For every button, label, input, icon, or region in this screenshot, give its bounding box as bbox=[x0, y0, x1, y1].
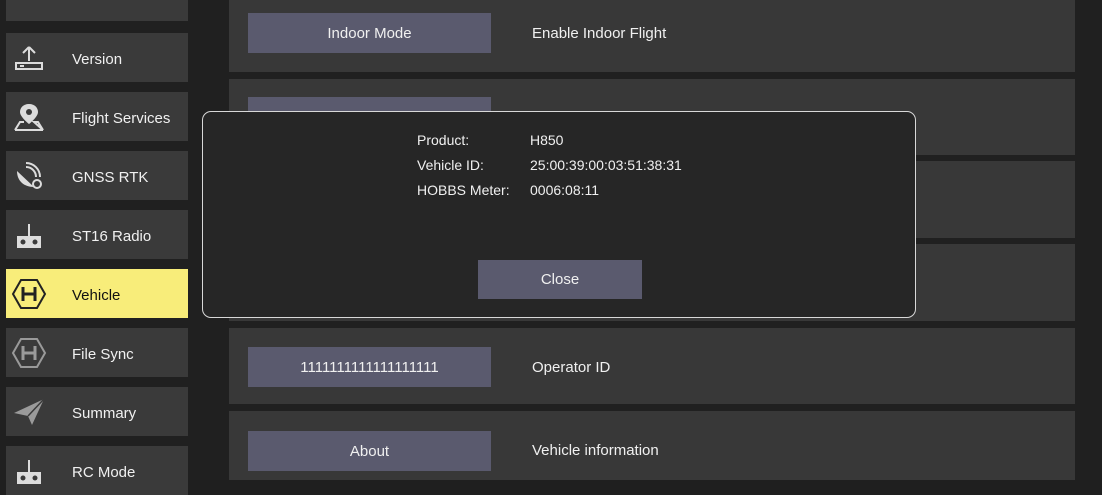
hobbs-meter-value: 0006:08:11 bbox=[530, 182, 600, 198]
radio-controller-icon bbox=[6, 210, 52, 259]
h-hexagon-icon bbox=[6, 269, 52, 318]
sidebar-item-label: Vehicle bbox=[72, 287, 121, 304]
operator-id-row: 1111111111111111111 Operator ID bbox=[229, 328, 1075, 404]
indoor-mode-row: Indoor Mode Enable Indoor Flight bbox=[229, 0, 1075, 72]
satellite-gear-icon bbox=[6, 151, 52, 200]
sidebar-item-label: Version bbox=[72, 51, 123, 68]
operator-id-label: Operator ID bbox=[532, 359, 611, 376]
sidebar-item-st16-radio[interactable]: ST16 Radio bbox=[6, 210, 188, 259]
operator-id-input[interactable]: 1111111111111111111 bbox=[248, 347, 491, 387]
sidebar-item-hidden-top[interactable] bbox=[6, 0, 188, 21]
indoor-mode-description: Enable Indoor Flight bbox=[532, 25, 667, 42]
radio-controller-icon bbox=[6, 446, 52, 495]
sidebar: Version Flight Services GNSS RTK ST16 Ra… bbox=[0, 0, 206, 495]
about-button[interactable]: About bbox=[248, 431, 491, 471]
sidebar-item-version[interactable]: Version bbox=[6, 33, 188, 82]
sidebar-item-file-sync[interactable]: File Sync bbox=[6, 328, 188, 377]
sidebar-item-label: File Sync bbox=[72, 346, 134, 363]
vehicle-id-label: Vehicle ID: bbox=[417, 157, 484, 173]
vehicle-id-value: 25:00:39:00:03:51:38:31 bbox=[530, 157, 682, 173]
sidebar-item-label: Flight Services bbox=[72, 110, 171, 127]
sidebar-item-vehicle[interactable]: Vehicle bbox=[6, 269, 188, 318]
upload-icon bbox=[6, 33, 52, 82]
hobbs-meter-label: HOBBS Meter: bbox=[417, 182, 510, 198]
sidebar-item-label: Summary bbox=[72, 405, 137, 422]
paper-plane-icon bbox=[6, 387, 52, 436]
sidebar-item-label: GNSS RTK bbox=[72, 169, 149, 186]
sidebar-item-rc-mode[interactable]: RC Mode bbox=[6, 446, 188, 495]
close-button[interactable]: Close bbox=[478, 260, 642, 299]
sidebar-item-summary[interactable]: Summary bbox=[6, 387, 188, 436]
product-value: H850 bbox=[530, 132, 564, 148]
sidebar-item-gnss-rtk[interactable]: GNSS RTK bbox=[6, 151, 188, 200]
h-hexagon-icon bbox=[6, 328, 52, 377]
indoor-mode-button[interactable]: Indoor Mode bbox=[248, 13, 491, 53]
product-label: Product: bbox=[417, 132, 470, 148]
map-pin-icon bbox=[6, 92, 52, 141]
about-description: Vehicle information bbox=[532, 442, 659, 459]
sidebar-item-label: RC Mode bbox=[72, 464, 136, 481]
vehicle-info-dialog: Product: H850 Vehicle ID: 25:00:39:00:03… bbox=[202, 111, 916, 318]
sidebar-item-label: ST16 Radio bbox=[72, 228, 152, 245]
sidebar-item-flight-services[interactable]: Flight Services bbox=[6, 92, 188, 141]
about-row: About Vehicle information bbox=[229, 411, 1075, 480]
